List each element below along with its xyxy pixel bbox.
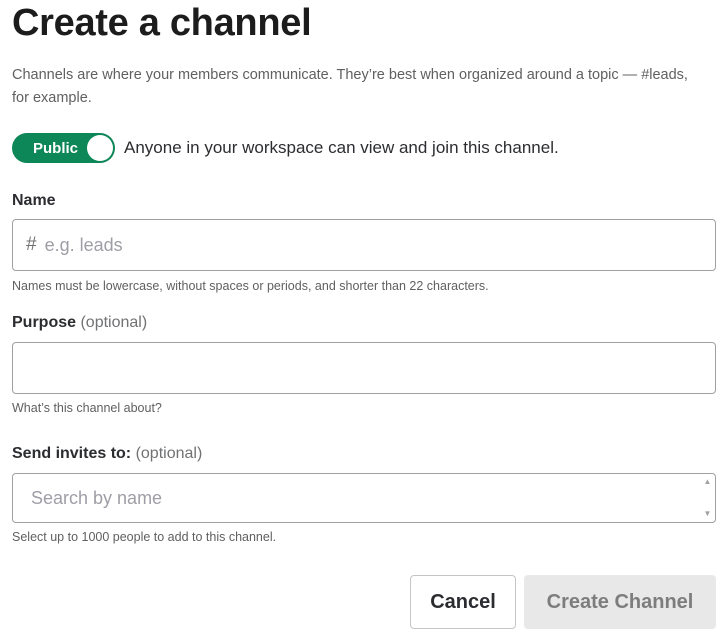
invite-search-input[interactable] [13,474,715,522]
invite-label: Send invites to: (optional) [12,445,203,462]
visibility-row: Public Anyone in your workspace can view… [12,133,559,163]
create-channel-dialog: Create a channel Channels are where your… [0,0,723,633]
optional-tag: (optional) [135,445,203,462]
scroll-up-icon[interactable]: ▲ [704,478,712,486]
visibility-description: Anyone in your workspace can view and jo… [124,138,559,157]
cancel-button[interactable]: Cancel [410,575,516,629]
invite-field[interactable]: ▲ ▼ [12,473,716,523]
page-title: Create a channel [12,2,312,44]
name-label: Name [12,192,56,209]
name-hint: Names must be lowercase, without spaces … [12,279,489,293]
optional-tag: (optional) [80,314,148,331]
name-input[interactable] [44,220,715,270]
purpose-hint: What’s this channel about? [12,401,162,415]
intro-text: Channels are where your members communic… [12,67,688,106]
purpose-field[interactable] [12,342,716,394]
purpose-input[interactable] [13,343,715,393]
public-private-toggle[interactable]: Public [12,133,115,163]
hash-icon: # [26,234,37,255]
scroll-down-icon[interactable]: ▼ [704,510,712,518]
toggle-label: Public [33,139,79,157]
toggle-knob[interactable] [87,135,113,161]
create-channel-button[interactable]: Create Channel [524,575,716,629]
invite-scrollbar[interactable]: ▲ ▼ [700,474,715,522]
purpose-label: Purpose (optional) [12,314,148,331]
invite-hint: Select up to 1000 people to add to this … [12,530,277,544]
name-field[interactable]: # [12,219,716,271]
